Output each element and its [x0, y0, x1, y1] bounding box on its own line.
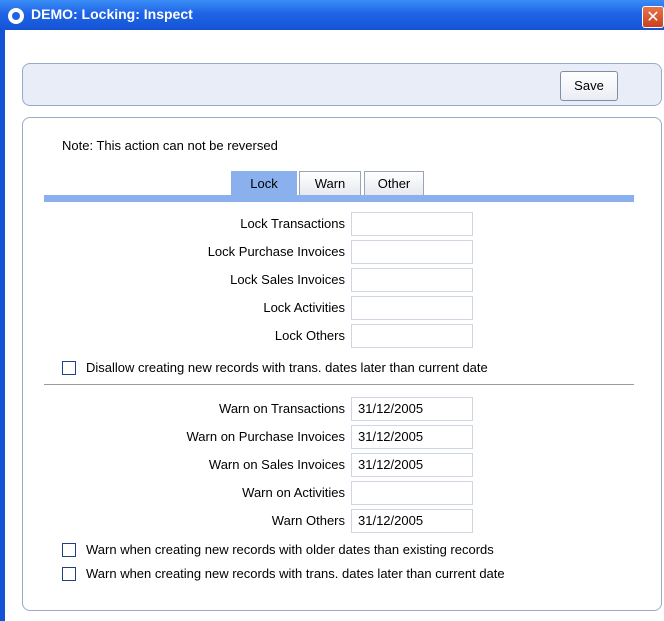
lock-activities-field[interactable] [351, 296, 473, 320]
save-button[interactable]: Save [560, 71, 618, 101]
warn-transactions-label: Warn on Transactions [219, 401, 345, 416]
warn-others-label: Warn Others [271, 513, 345, 528]
lock-others-label: Lock Others [274, 328, 345, 343]
lock-purchase-invoices-field[interactable] [351, 240, 473, 264]
locking-inspect-window: DEMO: Locking: Inspect ✕ Save Note: This… [0, 0, 664, 621]
tab-underline [44, 195, 634, 202]
warn-later-dates-label: Warn when creating new records with tran… [86, 566, 505, 581]
window-border [0, 30, 5, 621]
window-title: DEMO: Locking: Inspect [31, 6, 193, 22]
note-text: Note: This action can not be reversed [62, 138, 278, 153]
app-icon [8, 8, 24, 24]
warn-activities-field[interactable] [351, 481, 473, 505]
lock-transactions-field[interactable] [351, 212, 473, 236]
tab-warn[interactable]: Warn [299, 171, 361, 195]
disallow-later-dates-label: Disallow creating new records with trans… [86, 360, 488, 375]
close-button[interactable]: ✕ [642, 6, 664, 28]
tab-lock[interactable]: Lock [231, 171, 297, 195]
lock-sales-invoices-field[interactable] [351, 268, 473, 292]
warn-sales-invoices-field[interactable]: 31/12/2005 [351, 453, 473, 477]
warn-purchase-invoices-label: Warn on Purchase Invoices [186, 429, 345, 444]
title-bar[interactable]: DEMO: Locking: Inspect ✕ [0, 0, 664, 30]
warn-later-dates-checkbox[interactable] [62, 567, 76, 581]
tab-other[interactable]: Other [364, 171, 424, 195]
warn-older-dates-checkbox[interactable] [62, 543, 76, 557]
lock-others-field[interactable] [351, 324, 473, 348]
section-divider [44, 384, 634, 385]
lock-activities-label: Lock Activities [263, 300, 345, 315]
lock-purchase-invoices-label: Lock Purchase Invoices [207, 244, 345, 259]
warn-purchase-invoices-field[interactable]: 31/12/2005 [351, 425, 473, 449]
lock-transactions-label: Lock Transactions [240, 216, 345, 231]
lock-sales-invoices-label: Lock Sales Invoices [230, 272, 345, 287]
warn-transactions-field[interactable]: 31/12/2005 [351, 397, 473, 421]
warn-older-dates-label: Warn when creating new records with olde… [86, 542, 494, 557]
warn-activities-label: Warn on Activities [242, 485, 345, 500]
warn-others-field[interactable]: 31/12/2005 [351, 509, 473, 533]
disallow-later-dates-checkbox[interactable] [62, 361, 76, 375]
warn-sales-invoices-label: Warn on Sales Invoices [208, 457, 345, 472]
